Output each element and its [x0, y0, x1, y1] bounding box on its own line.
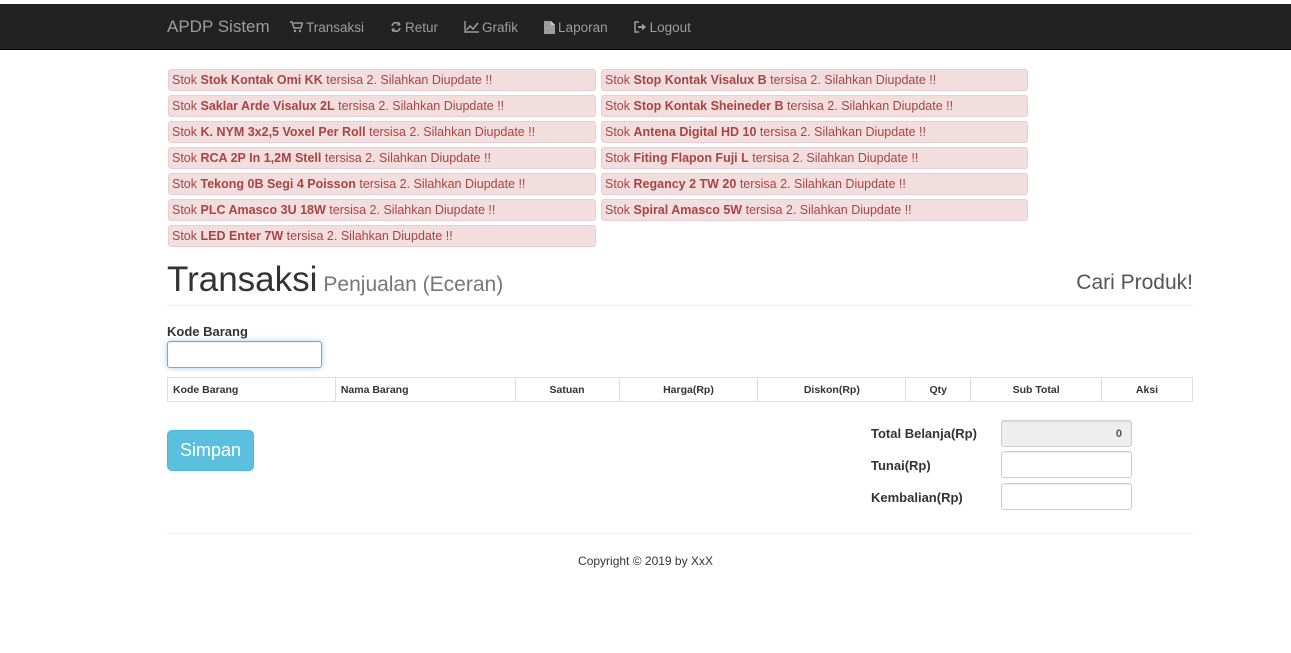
stock-alert: Stok Saklar Arde Visalux 2L tersisa 2. S… — [168, 95, 596, 117]
file-icon — [544, 20, 556, 34]
column-header-harga: Harga(Rp) — [618, 377, 759, 402]
navbar: APDP Sistem Transaksi Retur Grafik Lapor… — [0, 4, 1291, 50]
nav-menu: Transaksi Retur Grafik Laporan Logout — [290, 4, 717, 50]
stock-alert: Stok PLC Amasco 3U 18W tersisa 2. Silahk… — [168, 199, 596, 221]
nav-item-logout[interactable]: Logout — [633, 4, 691, 50]
kode-barang-input[interactable] — [167, 341, 322, 368]
cart-icon — [290, 21, 303, 33]
column-header-aksi: Aksi — [1101, 377, 1193, 402]
search-product-link[interactable]: Cari Produk! — [1076, 271, 1193, 295]
nav-item-retur[interactable]: Retur — [390, 4, 438, 50]
table-header-row: Kode Barang Nama Barang Satuan Harga(Rp)… — [167, 377, 1193, 402]
page-subtitle: Penjualan (Eceran) — [323, 273, 504, 296]
copyright-text: Copyright © 2019 by XxX — [578, 554, 713, 568]
nav-item-label: Grafik — [482, 19, 519, 35]
nav-item-grafik[interactable]: Grafik — [464, 4, 518, 50]
nav-item-label: Logout — [649, 19, 691, 35]
stock-alert: Stok Stop Kontak Sheineder B tersisa 2. … — [601, 95, 1028, 117]
stock-alert: Stok RCA 2P In 1,2M Stell tersisa 2. Sil… — [168, 147, 596, 169]
total-belanja-field — [1001, 420, 1132, 447]
items-table: Kode Barang Nama Barang Satuan Harga(Rp)… — [167, 377, 1193, 402]
page-header: Transaksi Penjualan (Eceran) Cari Produk! — [167, 258, 1193, 306]
stock-alert: Stok LED Enter 7W tersisa 2. Silahkan Di… — [168, 225, 596, 247]
nav-item-label: Laporan — [558, 19, 608, 35]
brand-logo[interactable]: APDP Sistem — [167, 4, 270, 50]
kembalian-input[interactable] — [1001, 483, 1132, 510]
stock-alert: Stok Spiral Amasco 5W tersisa 2. Silahka… — [601, 199, 1028, 221]
column-header-nama: Nama Barang — [334, 377, 516, 402]
column-header-qty: Qty — [905, 377, 972, 402]
stock-alert: Stok Stop Kontak Visalux B tersisa 2. Si… — [601, 69, 1028, 91]
column-header-kode: Kode Barang — [167, 377, 336, 402]
nav-item-label: Transaksi — [306, 19, 365, 35]
stock-alert: Stok Stok Kontak Omi KK tersisa 2. Silah… — [168, 69, 596, 91]
logout-icon — [633, 21, 646, 33]
stock-alert: Stok K. NYM 3x2,5 Voxel Per Roll tersisa… — [168, 121, 596, 143]
tunai-label: Tunai(Rp) — [871, 458, 931, 473]
save-button[interactable]: Simpan — [167, 430, 254, 471]
stock-alert: Stok Tekong 0B Segi 4 Poisson tersisa 2.… — [168, 173, 596, 195]
line-chart-icon — [464, 21, 480, 33]
column-header-diskon: Diskon(Rp) — [757, 377, 907, 402]
kembalian-label: Kembalian(Rp) — [871, 490, 963, 505]
footer-divider — [167, 533, 1193, 534]
stock-alert: Stok Regancy 2 TW 20 tersisa 2. Silahkan… — [601, 173, 1028, 195]
stock-alerts: Stok Stok Kontak Omi KK tersisa 2. Silah… — [168, 69, 1028, 247]
stock-alert: Stok Antena Digital HD 10 tersisa 2. Sil… — [601, 121, 1028, 143]
stock-alert: Stok Fiting Flapon Fuji L tersisa 2. Sil… — [601, 147, 1028, 169]
column-header-subtotal: Sub Total — [970, 377, 1103, 402]
column-header-satuan: Satuan — [514, 377, 620, 402]
nav-item-label: Retur — [405, 19, 439, 35]
kode-barang-label: Kode Barang — [167, 324, 248, 339]
nav-item-laporan[interactable]: Laporan — [544, 4, 608, 50]
refresh-icon — [391, 21, 401, 33]
tunai-input[interactable] — [1001, 451, 1132, 478]
nav-item-transaksi[interactable]: Transaksi — [290, 4, 364, 50]
page-title: Transaksi Penjualan (Eceran) — [167, 260, 504, 299]
total-belanja-label: Total Belanja(Rp) — [871, 426, 977, 441]
